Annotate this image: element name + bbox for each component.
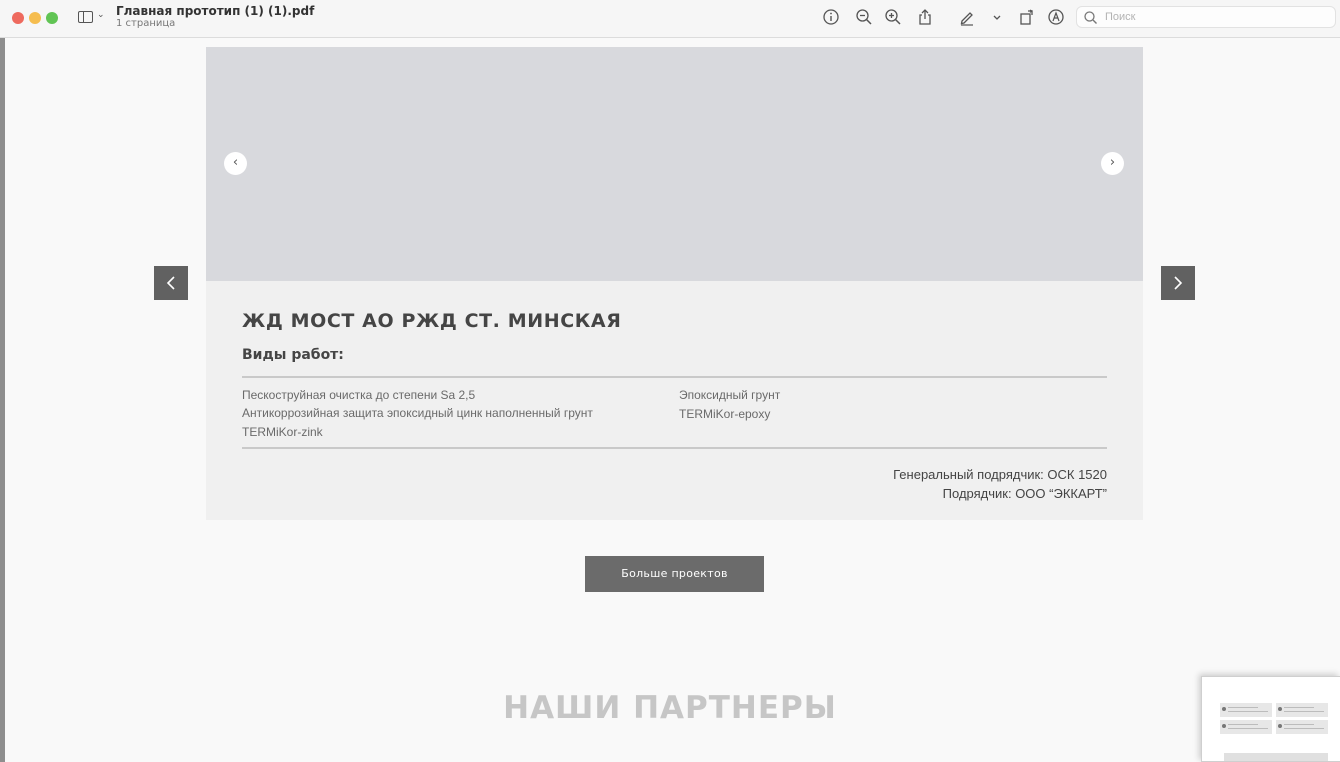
thumbnail-card	[1220, 720, 1272, 734]
more-projects-button[interactable]: Больше проектов	[585, 556, 764, 592]
work-item: TERMiKor-zink	[242, 425, 323, 439]
sidebar-icon	[78, 11, 93, 23]
sidebar-edge	[0, 38, 5, 762]
thumbnail-card	[1276, 720, 1328, 734]
chevron-right-icon	[1174, 276, 1183, 290]
contractor: Подрядчик: ООО “ЭККАРТ”	[942, 486, 1107, 501]
work-item: Пескоструйная очистка до степени Sa 2,5	[242, 388, 476, 402]
slider-next-button[interactable]	[1161, 266, 1195, 300]
thumbnail-card	[1276, 703, 1328, 717]
slider-prev-button[interactable]	[154, 266, 188, 300]
chevron-down-icon: ⌄	[97, 10, 105, 20]
thumbnail-card	[1220, 703, 1272, 717]
divider	[242, 376, 1107, 378]
minimize-window-button[interactable]	[29, 12, 41, 24]
search-field[interactable]	[1076, 6, 1336, 28]
project-title: ЖД МОСТ АО РЖД СТ. МИНСКАЯ	[242, 310, 622, 332]
partners-heading: НАШИ ПАРТНЕРЫ	[503, 690, 837, 726]
rotate-icon[interactable]	[1018, 8, 1036, 26]
image-next-button[interactable]: ›	[1101, 152, 1124, 175]
search-input[interactable]	[1105, 9, 1325, 25]
works-label: Виды работ:	[242, 347, 344, 363]
work-item: Эпоксидный грунт	[679, 388, 781, 402]
zoom-out-icon[interactable]	[855, 8, 873, 26]
close-window-button[interactable]	[12, 12, 24, 24]
image-prev-button[interactable]: ‹	[224, 152, 247, 175]
zoom-in-icon[interactable]	[884, 8, 902, 26]
search-icon	[1084, 11, 1097, 24]
share-icon[interactable]	[916, 8, 934, 26]
project-image-placeholder	[206, 47, 1143, 281]
fullscreen-window-button[interactable]	[46, 12, 58, 24]
divider	[242, 447, 1107, 449]
thumbnail-bar	[1224, 753, 1328, 761]
chevron-left-icon	[166, 276, 175, 290]
info-icon[interactable]	[822, 8, 840, 26]
work-item: TERMiKor-epoxy	[679, 407, 771, 421]
window-titlebar: ⌄ Главная прототип (1) (1).pdf 1 страниц…	[0, 0, 1340, 38]
page-thumbnail[interactable]	[1201, 676, 1340, 762]
document-title: Главная прототип (1) (1).pdf	[116, 4, 315, 18]
annotate-icon[interactable]	[1047, 8, 1065, 26]
document-page-count: 1 страница	[116, 18, 176, 29]
markup-pen-icon[interactable]	[958, 8, 976, 26]
general-contractor: Генеральный подрядчик: ОСК 1520	[893, 467, 1107, 482]
chevron-down-icon[interactable]	[988, 8, 1006, 26]
sidebar-toggle-button[interactable]: ⌄	[78, 10, 108, 26]
work-item: Антикоррозийная защита эпоксидный цинк н…	[242, 406, 593, 420]
